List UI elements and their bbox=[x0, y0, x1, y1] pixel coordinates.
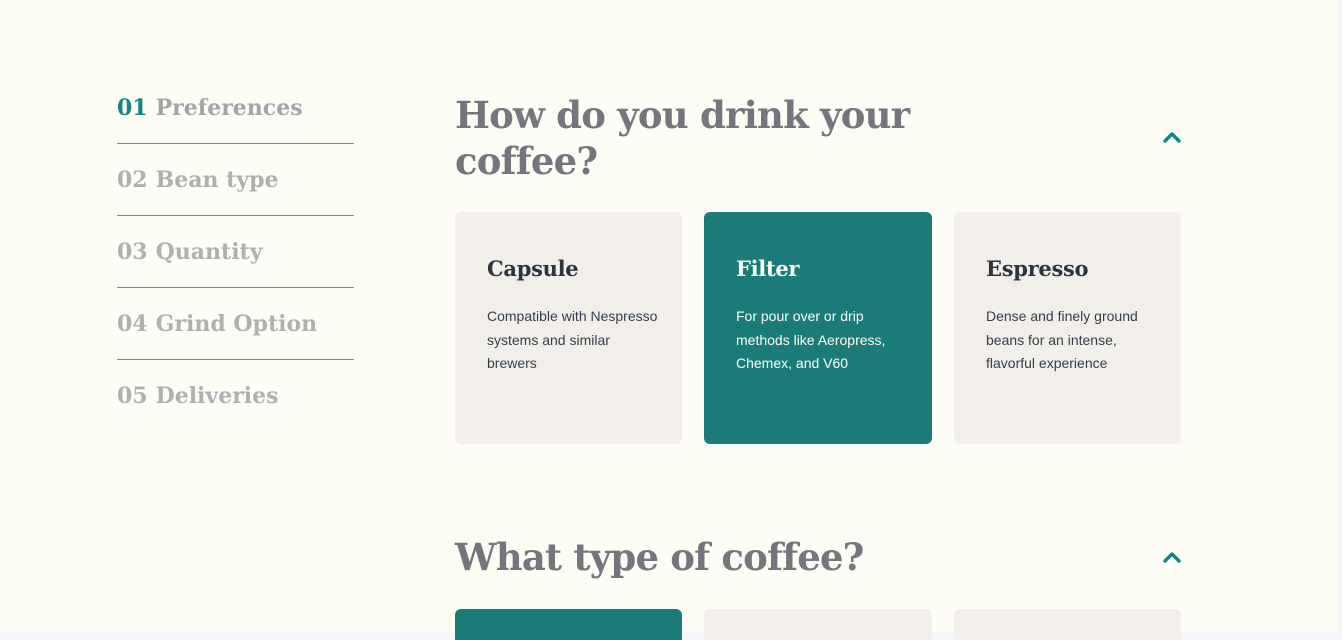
page-edge bbox=[1338, 0, 1342, 640]
option-card-espresso[interactable]: Espresso Dense and finely ground beans f… bbox=[954, 212, 1181, 444]
option-card-filter[interactable]: Filter For pour over or drip methods lik… bbox=[704, 212, 932, 444]
chevron-up-icon[interactable] bbox=[1162, 550, 1182, 564]
question-title: What type of coffee? bbox=[455, 535, 864, 579]
step-label: Preferences bbox=[155, 94, 303, 121]
step-bean-type[interactable]: 02 Bean type bbox=[117, 144, 354, 216]
question-title: How do you drink your coffee? bbox=[455, 93, 910, 183]
option-card[interactable] bbox=[455, 609, 682, 640]
step-deliveries[interactable]: 05 Deliveries bbox=[117, 360, 354, 432]
step-label: Bean type bbox=[155, 166, 279, 193]
step-number: 02 bbox=[117, 166, 148, 193]
option-description: For pour over or drip methods like Aerop… bbox=[736, 308, 886, 371]
step-label: Deliveries bbox=[155, 383, 279, 409]
step-number: 05 bbox=[117, 383, 148, 409]
option-description: Dense and finely ground beans for an int… bbox=[986, 308, 1138, 371]
option-description: Compatible with Nespresso systems and si… bbox=[487, 308, 658, 371]
option-title: Capsule bbox=[487, 256, 579, 281]
step-navigation: 01 Preferences 02 Bean type 03 Quantity … bbox=[117, 72, 354, 432]
option-card-capsule[interactable]: Capsule Compatible with Nespresso system… bbox=[455, 212, 682, 444]
option-card[interactable] bbox=[704, 609, 932, 640]
step-quantity[interactable]: 03 Quantity bbox=[117, 216, 354, 288]
step-number: 04 bbox=[117, 310, 148, 337]
step-label: Grind Option bbox=[155, 310, 318, 337]
step-label: Quantity bbox=[155, 238, 263, 265]
step-number: 03 bbox=[117, 238, 148, 265]
step-grind-option[interactable]: 04 Grind Option bbox=[117, 288, 354, 360]
option-card[interactable] bbox=[954, 609, 1181, 640]
step-number: 01 bbox=[117, 94, 148, 121]
step-preferences[interactable]: 01 Preferences bbox=[117, 72, 354, 144]
option-title: Espresso bbox=[986, 256, 1089, 281]
option-title: Filter bbox=[736, 256, 800, 281]
chevron-up-icon[interactable] bbox=[1162, 130, 1182, 144]
